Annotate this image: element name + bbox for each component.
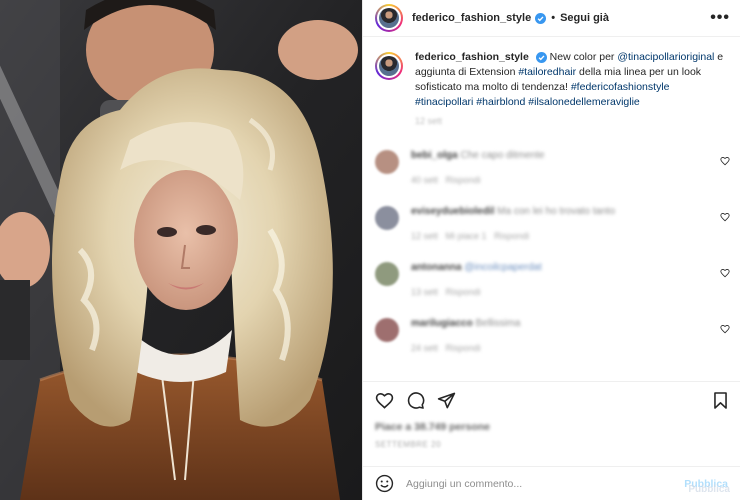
post-caption: federico_fashion_style New color per @ti… [363,38,740,129]
commenter-username[interactable]: eviseyduebioledil [411,206,494,217]
emoji-icon[interactable] [375,474,394,493]
comment-text: @incoilcpaperdat [464,262,542,273]
divider [363,381,740,382]
commenter-avatar[interactable] [375,150,399,174]
comment-text: Che capo ditmente [460,150,545,161]
photo-illustration [0,0,362,500]
author-avatar[interactable] [375,4,403,32]
verified-badge-icon [535,12,547,24]
add-comment-bar: Pubblica [363,466,740,500]
comment-like-icon[interactable] [720,268,730,278]
separator-dot: • [551,12,556,24]
likes-count[interactable]: Piace a 38.749 persone [375,421,490,433]
comment-like-icon[interactable] [720,212,730,222]
post-photo[interactable] [0,0,362,500]
caption-part: New color per [549,51,618,63]
comment-icon[interactable] [406,391,425,410]
commenter-avatar[interactable] [375,318,399,342]
post-date: SETTEMBRE 20 [375,440,442,449]
verified-badge-icon [535,51,547,63]
caption-hashtag[interactable]: #federicofashionstyle [571,81,670,93]
comment-time: 40 sett [411,175,439,185]
more-icon[interactable]: ••• [710,10,730,26]
caption-avatar[interactable] [375,52,403,80]
post-side-panel: federico_fashion_style • Segui già ••• f… [362,0,740,500]
comment-time: 24 sett [411,343,439,353]
caption-time: 12 sett [415,116,443,126]
comment-item: bebi_olga Che capo ditmente 40 sett Risp… [375,150,730,185]
comment-text: Bellissima [475,318,521,329]
comment-like-icon[interactable] [720,324,730,334]
reply-button[interactable]: Rispondi [446,343,481,353]
commenter-avatar[interactable] [375,206,399,230]
comment-time: 13 sett [411,287,439,297]
comment-input[interactable] [406,477,676,490]
instagram-post: federico_fashion_style • Segui già ••• f… [0,0,740,500]
comment-item: eviseyduebioledil Ma con lei ho trovato … [375,206,730,241]
caption-mention[interactable]: @tinacipollarioriginal [617,51,714,63]
reply-button[interactable]: Rispondi [446,175,481,185]
caption-hashtag[interactable]: #ilsalonedellemeraviglie [528,96,639,108]
comments-section[interactable]: federico_fashion_style New color per @ti… [363,38,740,382]
comment-item: marilugiacco Bellissima 24 sett Rispondi [375,318,730,353]
caption-username[interactable]: federico_fashion_style [415,51,529,63]
caption-hashtag[interactable]: #tailoredhair [518,66,576,78]
following-button[interactable]: Segui già [560,12,609,24]
post-header: federico_fashion_style • Segui già ••• [363,0,740,37]
commenter-username[interactable]: bebi_olga [411,150,458,161]
commenter-username[interactable]: antonanna [411,262,462,273]
comment-likes[interactable]: Mi piace 1 [446,231,487,241]
comment-item: antonanna @incoilcpaperdat 13 sett Rispo… [375,262,730,297]
author-username[interactable]: federico_fashion_style [412,12,531,24]
caption-hashtag[interactable]: #tinacipollari [415,96,473,108]
share-icon[interactable] [437,391,456,410]
bookmark-icon[interactable] [711,391,730,410]
caption-hashtag[interactable]: #hairblond [476,96,525,108]
reply-button[interactable]: Rispondi [446,287,481,297]
caption-text: federico_fashion_style New color per @ti… [415,50,728,129]
comment-time: 12 sett [411,231,439,241]
post-actions [375,388,730,412]
reply-button[interactable]: Rispondi [494,231,529,241]
heart-icon[interactable] [375,391,394,410]
comment-like-icon[interactable] [720,156,730,166]
commenter-username[interactable]: marilugiacco [411,318,473,329]
watermark: Pubblica [688,484,730,495]
comment-text: Ma con lei ho trovato tanto [497,206,616,217]
commenter-avatar[interactable] [375,262,399,286]
